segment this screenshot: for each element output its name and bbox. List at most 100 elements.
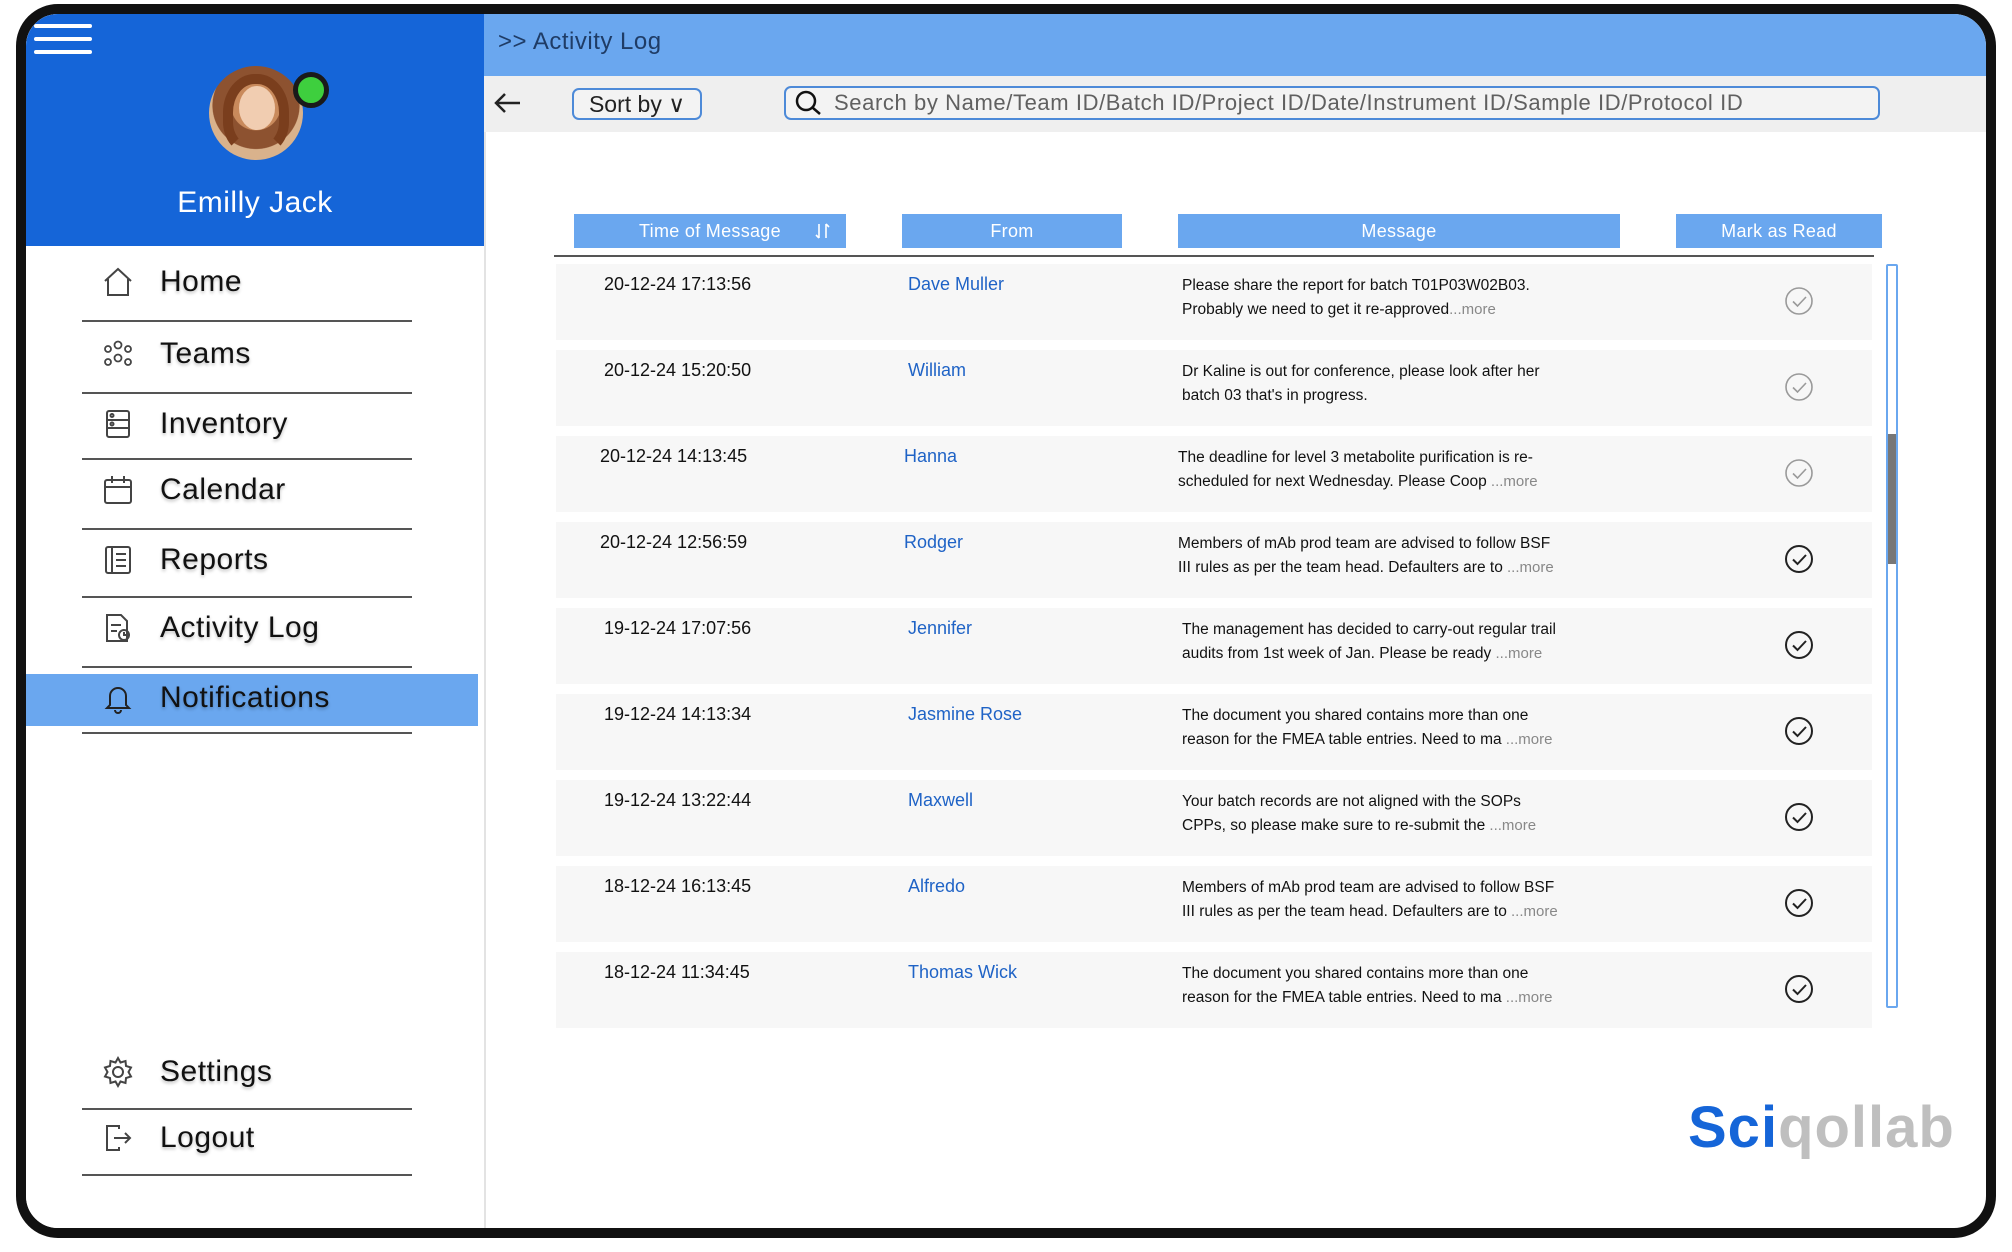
sidebar-item-teams[interactable]: Teams — [82, 334, 412, 374]
message-line-1: Members of mAb prod team are advised to … — [1182, 879, 1555, 896]
sidebar-item-label: Activity Log — [160, 611, 320, 644]
table-row[interactable]: 18-12-24 16:13:45 Alfredo Members of mAb p… — [556, 866, 1872, 942]
more-link[interactable]: ...more — [1503, 559, 1554, 576]
message-time: 19-12-24 17:07:56 — [604, 618, 752, 638]
table-row[interactable]: 18-12-24 11:34:45 Thomas Wick The document… — [556, 952, 1872, 1028]
message-text: The document you shared contains more th… — [1182, 962, 1652, 1010]
sidebar-item-label: Teams — [160, 337, 251, 370]
search-box[interactable] — [784, 86, 1880, 120]
more-link[interactable]: ...more — [1487, 473, 1538, 490]
column-header-mark-as-read[interactable]: Mark as Read — [1676, 214, 1882, 248]
sidebar-item-inventory[interactable]: Inventory — [82, 404, 412, 444]
mark-as-read-check-icon[interactable] — [1782, 714, 1816, 748]
page-header: >> Activity Log — [484, 14, 1986, 76]
table-row[interactable]: 20-12-24 14:13:45 Hanna The deadline for l… — [556, 436, 1872, 512]
toolbar: Sort by ∨ — [484, 76, 1986, 132]
sender-link[interactable]: Maxwell — [908, 790, 973, 811]
search-input[interactable] — [832, 89, 1856, 117]
message-line-2: Probably we need to get it re-approved — [1182, 301, 1450, 318]
sidebar-item-notifications[interactable]: Notifications — [82, 678, 412, 718]
table-row[interactable]: 19-12-24 17:07:56 Jennifer The management … — [556, 608, 1872, 684]
mark-as-read-check-icon[interactable] — [1782, 370, 1816, 404]
message-line-2: batch 03 that's in progress. — [1182, 387, 1368, 404]
sidebar-item-label: Inventory — [160, 407, 288, 440]
sidebar-item-label: Calendar — [160, 473, 286, 506]
sort-icon[interactable] — [814, 222, 832, 240]
mark-as-read-check-icon[interactable] — [1782, 886, 1816, 920]
more-link[interactable]: ...more — [1485, 817, 1536, 834]
sidebar-item-activity-log[interactable]: Activity Log — [82, 608, 412, 648]
message-time: 20-12-24 15:20:50 — [604, 360, 752, 380]
sidebar-item-home[interactable]: Home — [82, 262, 412, 302]
sender-link[interactable]: Jasmine Rose — [908, 704, 1022, 725]
more-link[interactable]: ...more — [1507, 903, 1558, 920]
message-text: The document you shared contains more th… — [1182, 704, 1652, 752]
mark-as-read-check-icon[interactable] — [1782, 628, 1816, 662]
mark-as-read-check-icon[interactable] — [1782, 284, 1816, 318]
message-time: 20-12-24 17:13:56 — [604, 274, 752, 294]
activity-log-icon — [98, 608, 138, 648]
message-text: Please share the report for batch T01P03… — [1182, 274, 1652, 322]
profile-header: Emilly Jack — [26, 14, 484, 246]
sciqollab-logo: Sciqollab — [1688, 1095, 1955, 1160]
message-line-1: The deadline for level 3 metabolite puri… — [1178, 449, 1533, 466]
more-link[interactable]: ...more — [1449, 301, 1496, 318]
header-divider — [554, 255, 1874, 257]
message-text: Your batch records are not aligned with … — [1182, 790, 1652, 838]
message-time: 18-12-24 11:34:45 — [604, 962, 750, 982]
sender-link[interactable]: Thomas Wick — [908, 962, 1017, 983]
mark-as-read-check-icon[interactable] — [1782, 972, 1816, 1006]
message-time: 19-12-24 14:13:34 — [604, 704, 752, 724]
hamburger-menu-icon[interactable] — [34, 24, 92, 56]
message-text: Members of mAb prod team are advised to … — [1182, 876, 1652, 924]
mark-as-read-check-icon[interactable] — [1782, 456, 1816, 490]
table-row[interactable]: 20-12-24 12:56:59 Rodger Members of mAb pr… — [556, 522, 1872, 598]
table-row[interactable]: 20-12-24 15:20:50 William Dr Kaline is out… — [556, 350, 1872, 426]
message-time: 18-12-24 16:13:45 — [604, 876, 752, 896]
mark-as-read-check-icon[interactable] — [1782, 542, 1816, 576]
user-name: Emilly Jack — [177, 186, 333, 219]
more-link[interactable]: ...more — [1502, 989, 1553, 1006]
table-row[interactable]: 20-12-24 17:13:56 Dave Muller Please share… — [556, 264, 1872, 340]
message-line-2: audits from 1st week of Jan. Please be r… — [1182, 645, 1492, 662]
column-header-message[interactable]: Message — [1178, 214, 1620, 248]
more-link[interactable]: ...more — [1491, 645, 1542, 662]
message-line-1: The document you shared contains more th… — [1182, 965, 1529, 982]
sidebar-item-calendar[interactable]: Calendar — [82, 470, 412, 510]
message-line-1: The management has decided to carry-out … — [1182, 621, 1556, 638]
sidebar-item-label: Home — [160, 265, 243, 298]
sidebar-item-settings[interactable]: Settings — [82, 1052, 412, 1092]
table-row[interactable]: 19-12-24 13:22:44 Maxwell Your batch recor… — [556, 780, 1872, 856]
message-line-1: The document you shared contains more th… — [1182, 707, 1529, 724]
sender-link[interactable]: Hanna — [904, 446, 957, 467]
table-row[interactable]: 19-12-24 14:13:34 Jasmine Rose The documen… — [556, 694, 1872, 770]
sender-link[interactable]: Jennifer — [908, 618, 972, 639]
sidebar-item-logout[interactable]: Logout — [82, 1118, 412, 1158]
message-line-1: Dr Kaline is out for conference, please … — [1182, 363, 1540, 380]
back-arrow-icon[interactable] — [492, 90, 522, 116]
avatar[interactable] — [209, 66, 303, 160]
column-header-from[interactable]: From — [902, 214, 1122, 248]
sidebar-item-label: Settings — [160, 1055, 273, 1088]
teams-icon — [98, 334, 138, 374]
scrollbar-thumb[interactable] — [1888, 434, 1896, 564]
sidebar: Emilly Jack Home Teams Inventory Calenda… — [26, 14, 486, 1228]
sort-by-dropdown[interactable]: Sort by ∨ — [572, 88, 702, 120]
sender-link[interactable]: William — [908, 360, 966, 381]
sender-link[interactable]: Dave Muller — [908, 274, 1004, 295]
sender-link[interactable]: Rodger — [904, 532, 963, 553]
gear-icon — [98, 1052, 138, 1092]
message-text: The management has decided to carry-out … — [1182, 618, 1652, 666]
calendar-icon — [98, 470, 138, 510]
more-link[interactable]: ...more — [1502, 731, 1553, 748]
message-line-1: Your batch records are not aligned with … — [1182, 793, 1521, 810]
message-line-2: CPPs, so please make sure to re-submit t… — [1182, 817, 1486, 834]
sidebar-item-reports[interactable]: Reports — [82, 540, 412, 580]
mark-as-read-check-icon[interactable] — [1782, 800, 1816, 834]
online-status-dot — [293, 72, 329, 108]
sender-link[interactable]: Alfredo — [908, 876, 965, 897]
scrollbar[interactable] — [1886, 264, 1898, 1008]
sidebar-item-label: Notifications — [160, 681, 330, 714]
sidebar-item-label: Reports — [160, 543, 269, 576]
column-header-time[interactable]: Time of Message — [574, 214, 846, 248]
